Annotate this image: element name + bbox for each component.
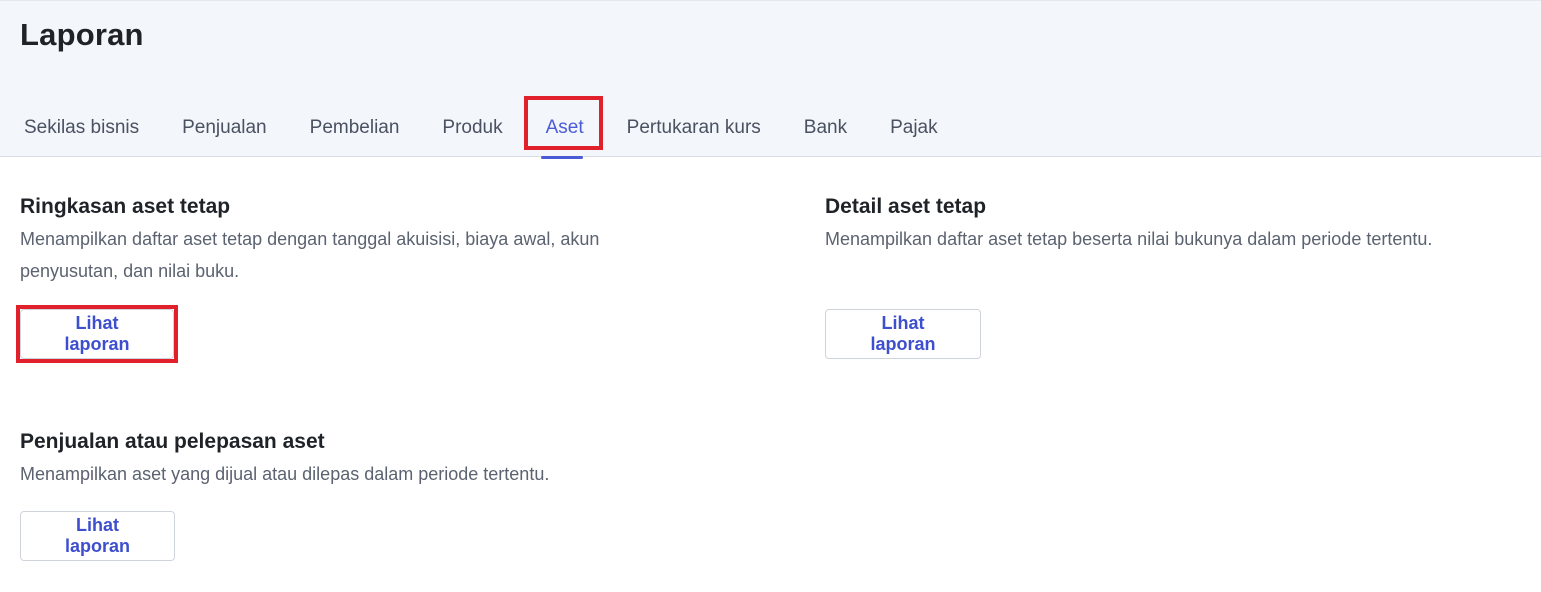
report-title: Detail aset tetap	[825, 195, 987, 218]
tab-pembelian[interactable]: Pembelian	[287, 97, 420, 158]
report-card-penjualan-pelepasan-aset: Penjualan atau pelepasan aset Menampilka…	[20, 428, 720, 490]
tab-penjualan[interactable]: Penjualan	[159, 97, 287, 158]
view-report-button-penjualan[interactable]: Lihat laporan	[20, 511, 175, 561]
report-tabs: Sekilas bisnis Penjualan Pembelian Produ…	[0, 97, 958, 159]
report-card-ringkasan-aset-tetap: Ringkasan aset tetap Menampilkan daftar …	[20, 193, 720, 287]
tab-aset[interactable]: Aset	[523, 97, 604, 159]
report-title: Penjualan atau pelepasan aset	[20, 430, 325, 453]
view-report-button-detail[interactable]: Lihat laporan	[825, 309, 981, 359]
page-header: Laporan Sekilas bisnis Penjualan Pembeli…	[0, 0, 1541, 159]
reports-page: Laporan Sekilas bisnis Penjualan Pembeli…	[0, 0, 1541, 592]
view-report-button-ringkasan[interactable]: Lihat laporan	[20, 309, 174, 359]
report-description: Menampilkan daftar aset tetap beserta ni…	[825, 229, 1433, 249]
tab-pertukaran-kurs[interactable]: Pertukaran kurs	[604, 97, 781, 158]
report-card-detail-aset-tetap: Detail aset tetap Menampilkan daftar ase…	[825, 193, 1525, 255]
report-description: Menampilkan aset yang dijual atau dilepa…	[20, 464, 550, 484]
report-description: Menampilkan daftar aset tetap dengan tan…	[20, 229, 600, 281]
report-title: Ringkasan aset tetap	[20, 195, 231, 218]
tab-sekilas-bisnis[interactable]: Sekilas bisnis	[0, 97, 159, 158]
tab-produk[interactable]: Produk	[419, 97, 522, 158]
page-title: Laporan	[20, 17, 144, 52]
tab-pajak[interactable]: Pajak	[867, 97, 958, 158]
tab-bank[interactable]: Bank	[781, 97, 867, 158]
